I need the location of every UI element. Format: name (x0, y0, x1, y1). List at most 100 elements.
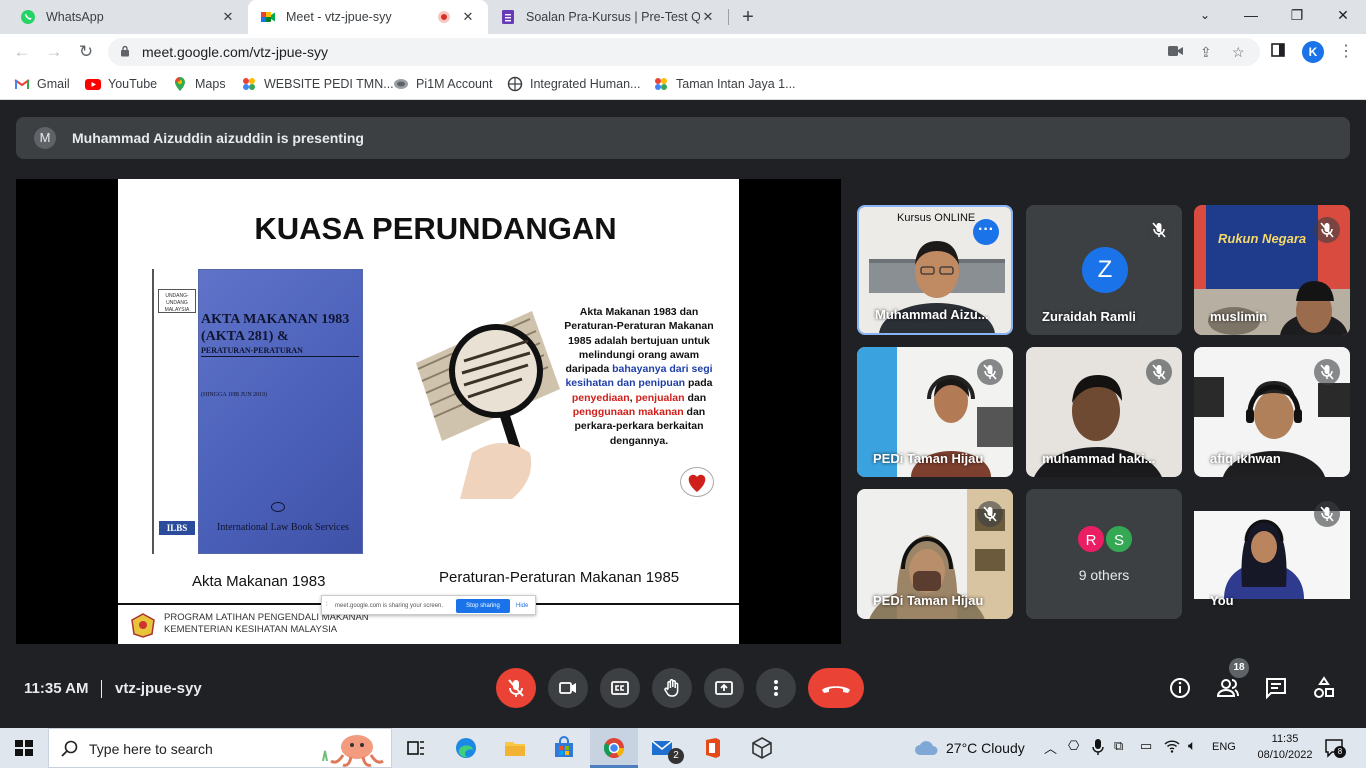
chat-button[interactable] (1264, 676, 1290, 702)
bookmark-taman-intan[interactable]: Taman Intan Jaya 1... (653, 76, 796, 92)
end-call-icon (822, 686, 850, 693)
more-options-icon[interactable]: ··· (973, 219, 999, 245)
participant-tile[interactable]: muhammad haki... (1026, 347, 1182, 477)
windows-start-icon[interactable] (12, 736, 36, 760)
edge-icon[interactable] (454, 736, 478, 760)
lock-icon[interactable] (120, 44, 130, 60)
camera-button[interactable] (548, 668, 588, 708)
bookmark-label: Pi1M Account (416, 77, 493, 91)
screen-share-tray-icon[interactable]: ⧉ (1114, 738, 1123, 754)
slide-text-4: penyediaan (571, 391, 630, 404)
participant-tile[interactable]: afiq ikhwan (1194, 347, 1350, 477)
tab-meet[interactable]: Meet - vtz-jpue-syy ✕ (248, 0, 488, 34)
participant-tile-presenter[interactable]: Kursus ONLINE ··· Muhammad Aizu... (857, 205, 1013, 335)
self-tile[interactable]: You (1194, 489, 1350, 619)
bookmark-integrated-human[interactable]: Integrated Human... (507, 76, 640, 92)
file-explorer-icon[interactable] (503, 736, 527, 760)
language-indicator[interactable]: ENG (1212, 741, 1236, 753)
battery-icon[interactable]: ▭ (1140, 738, 1152, 754)
bookmark-gmail[interactable]: Gmail (14, 76, 70, 92)
slide-text-7: penggunaan makanan (572, 406, 684, 419)
microsoft-store-icon[interactable] (552, 736, 576, 760)
tab-soalan[interactable]: Soalan Pra-Kursus | Pre-Test Que ✕ (488, 0, 728, 34)
mic-off-icon (977, 359, 1003, 385)
volume-icon[interactable]: 🔈︎ (1188, 737, 1196, 754)
participant-tile[interactable]: Z Zuraidah Ramli (1026, 205, 1182, 335)
participant-tile[interactable]: Rukun Negara muslimin (1194, 205, 1350, 335)
back-icon[interactable]: ← (10, 40, 34, 64)
google-meet-icon (260, 9, 276, 25)
others-tile[interactable]: R S 9 others (1026, 489, 1182, 619)
mic-off-icon (1314, 359, 1340, 385)
forward-icon[interactable]: → (42, 40, 66, 64)
tab-whatsapp[interactable]: WhatsApp ✕ (8, 0, 248, 34)
participant-name: PEDi Taman Hijau (873, 451, 984, 466)
people-button[interactable] (1216, 676, 1242, 702)
bookmark-maps[interactable]: Maps (172, 76, 226, 92)
info-icon (1170, 678, 1190, 698)
new-tab-icon[interactable]: + (738, 5, 758, 29)
activities-button[interactable] (1312, 676, 1338, 702)
chevron-up-icon[interactable]: ︿ (1044, 738, 1057, 757)
side-panel-icon[interactable] (1266, 40, 1290, 64)
tab-title: Soalan Pra-Kursus | Pre-Test Que (526, 10, 700, 24)
tab-search-icon[interactable]: ⌄ (1182, 0, 1228, 30)
people-icon (1216, 679, 1239, 697)
url-text: meet.google.com/vtz-jpue-syy (142, 44, 328, 60)
share-icon[interactable]: ⇪ (1200, 44, 1212, 61)
presentation-screen[interactable]: KUASA PERUNDANGAN UNDANG-UNDANG MALAYSIA… (16, 179, 841, 644)
meeting-details-button[interactable] (1168, 676, 1194, 702)
menu-kebab-icon[interactable]: ⋮ (1334, 40, 1358, 64)
search-highlight-illustration (322, 735, 384, 767)
bookmark-label: Taman Intan Jaya 1... (676, 77, 796, 91)
meet-tray-icon[interactable]: ⎔ (1068, 738, 1079, 754)
hide-link[interactable]: Hide (516, 603, 528, 609)
taskbar-search[interactable]: Type here to search (48, 728, 392, 768)
captions-button[interactable] (600, 668, 640, 708)
more-options-button[interactable] (756, 668, 796, 708)
close-tab-icon[interactable]: ✕ (700, 9, 716, 25)
task-view-icon[interactable] (404, 736, 428, 760)
puzzle-icon (653, 76, 669, 92)
close-window-icon[interactable]: ✕ (1320, 0, 1366, 30)
taskbar-date[interactable]: 08/10/2022 (1256, 749, 1314, 761)
sharing-notification: ⁞ meet.google.com is sharing your screen… (321, 595, 536, 615)
microphone-off-button[interactable] (496, 668, 536, 708)
hand-icon (664, 679, 679, 697)
stop-sharing-button[interactable]: Stop sharing (456, 599, 510, 613)
present-screen-button[interactable] (704, 668, 744, 708)
mic-off-icon (1314, 217, 1340, 243)
tab-strip: WhatsApp ✕ Meet - vtz-jpue-syy ✕ Soalan … (0, 0, 1366, 34)
drag-handle-icon[interactable]: ⁞ (326, 602, 328, 608)
close-tab-icon[interactable]: ✕ (460, 9, 476, 25)
minimize-icon[interactable]: — (1228, 0, 1274, 30)
3d-box-icon[interactable] (750, 736, 774, 760)
cloud-icon[interactable] (914, 738, 940, 761)
participant-tile[interactable]: PEDi Taman Hijau (857, 347, 1013, 477)
bookmark-youtube[interactable]: YouTube (85, 76, 157, 92)
profile-avatar[interactable]: K (1302, 41, 1324, 63)
leave-call-button[interactable] (808, 668, 864, 708)
address-bar[interactable]: meet.google.com/vtz-jpue-syy ⇪ ☆ (108, 38, 1260, 66)
raise-hand-button[interactable] (652, 668, 692, 708)
office-icon[interactable] (700, 736, 724, 760)
chrome-taskbar-active[interactable] (590, 728, 638, 768)
reload-icon[interactable]: ↻ (74, 40, 98, 64)
wifi-icon[interactable] (1164, 738, 1180, 759)
restore-icon[interactable]: ❐ (1274, 0, 1320, 30)
mic-off-icon (1314, 501, 1340, 527)
close-tab-icon[interactable]: ✕ (220, 9, 236, 25)
camera-icon[interactable] (1168, 44, 1183, 60)
address-toolbar: ← → ↻ meet.google.com/vtz-jpue-syy ⇪ ☆ K… (0, 34, 1366, 70)
microphone-tray-icon[interactable] (1092, 738, 1104, 761)
bookmark-pi1m[interactable]: Pi1M Account (393, 76, 492, 92)
bookmark-website-pedi[interactable]: WEBSITE PEDI TMN... (241, 76, 394, 92)
weather-text[interactable]: 27°C Cloudy (946, 740, 1025, 756)
video-camera-icon (559, 682, 576, 694)
participant-name: muslimin (1210, 309, 1268, 324)
bookmark-star-icon[interactable]: ☆ (1232, 44, 1245, 61)
taskbar-time[interactable]: 11:35 (1262, 733, 1308, 745)
whatsapp-icon (20, 9, 36, 25)
participant-tile[interactable]: PEDi Taman Hijau (857, 489, 1013, 619)
tab-title: Meet - vtz-jpue-syy (286, 10, 392, 24)
